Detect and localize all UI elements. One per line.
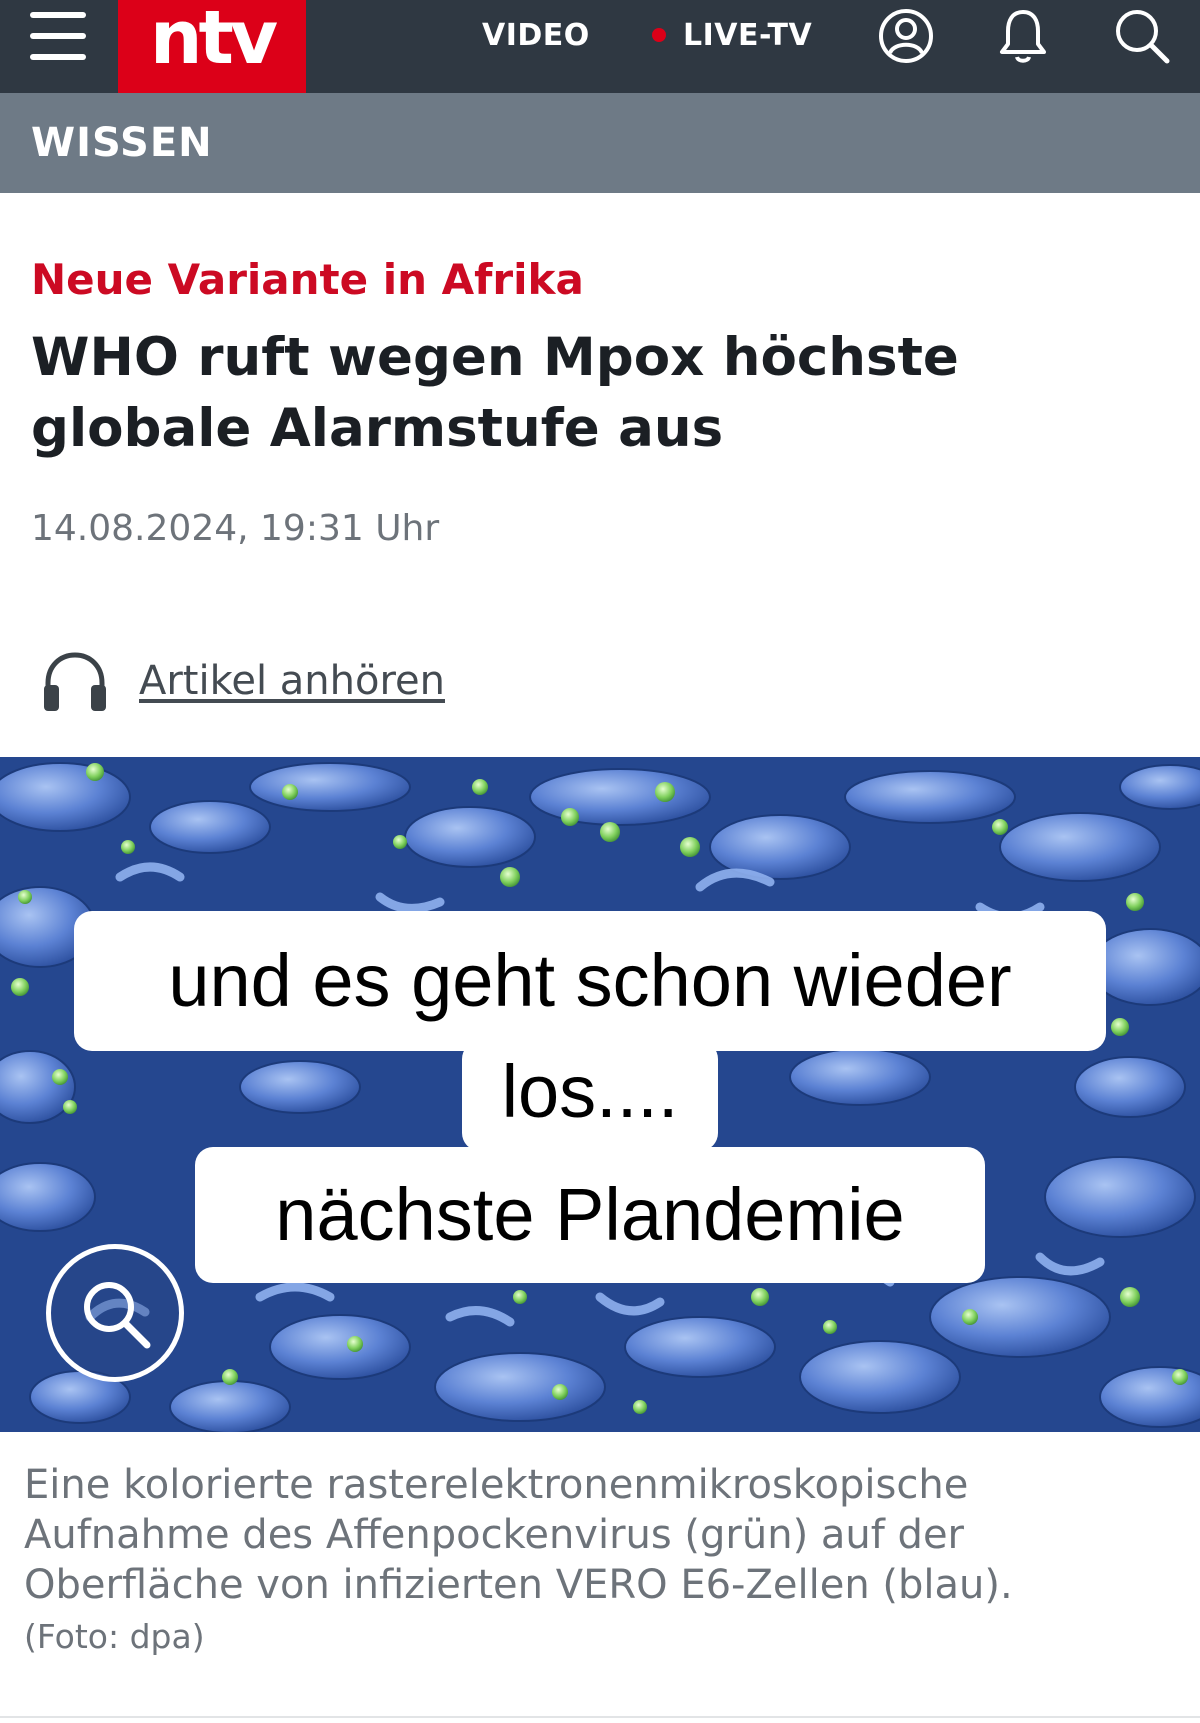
magnifier-icon [84, 1282, 151, 1349]
menu-icon[interactable] [28, 8, 90, 64]
article-date: 14.08.2024, 19:31 Uhr [31, 508, 440, 549]
listen-article-link[interactable]: Artikel anhören [139, 657, 445, 705]
hero-image: und es geht schon wieder los.... nächste… [0, 757, 1200, 1432]
overlay-caption-line-3: nächste Plandemie [195, 1147, 985, 1283]
section-bar: WISSEN [0, 93, 1200, 193]
nav-video-link[interactable]: VIDEO [482, 16, 590, 56]
overlay-caption-line-1: und es geht schon wieder [74, 911, 1106, 1051]
bell-icon[interactable] [993, 6, 1053, 66]
image-credit: (Foto: dpa) [24, 1617, 205, 1656]
overlay-caption-line-2: los.... [462, 1041, 718, 1151]
divider [0, 1716, 1200, 1718]
ntv-logo[interactable]: ntv [118, 0, 306, 93]
account-icon[interactable] [876, 6, 936, 66]
headphones-icon [44, 652, 106, 711]
nav-live-tv-link[interactable]: LIVE-TV [683, 16, 812, 56]
image-caption: Eine kolorierte rasterelektronenmikrosko… [24, 1462, 1013, 1608]
image-zoom-button[interactable] [46, 1244, 184, 1382]
live-indicator-dot [652, 28, 666, 42]
article-headline: WHO ruft wegen Mpox höchste globale Alar… [31, 327, 959, 459]
top-navigation-bar: ntv VIDEO LIVE-TV [0, 0, 1200, 93]
section-label-wissen[interactable]: WISSEN [31, 119, 213, 167]
search-icon[interactable] [1112, 6, 1172, 66]
article-kicker: Neue Variante in Afrika [31, 255, 584, 304]
